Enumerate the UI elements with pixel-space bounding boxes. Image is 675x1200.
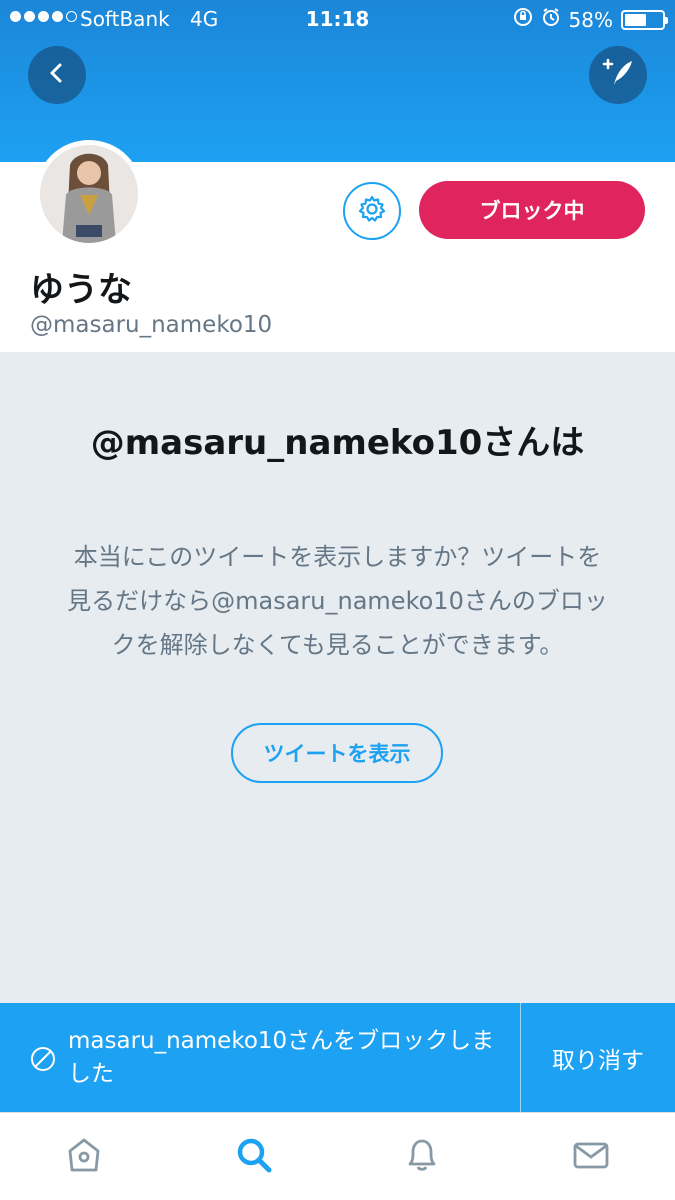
mail-icon	[571, 1135, 611, 1179]
avatar[interactable]	[35, 140, 143, 248]
profile-settings-button[interactable]	[343, 182, 401, 240]
compose-tweet-button[interactable]	[589, 46, 647, 104]
profile-card: ブロック中 ゆうな @masaru_nameko10	[0, 140, 675, 352]
display-name: ゆうな	[30, 270, 132, 310]
gear-icon	[357, 194, 387, 228]
status-bar: SoftBank 4G 11:18 58%	[0, 0, 675, 40]
user-handle: @masaru_nameko10	[30, 312, 273, 338]
orientation-lock-icon	[513, 7, 533, 32]
tab-notifications[interactable]	[398, 1133, 446, 1181]
tab-search[interactable]	[230, 1133, 278, 1181]
battery-icon	[621, 9, 668, 30]
home-icon	[64, 1135, 104, 1179]
battery-level	[625, 13, 646, 26]
bell-icon	[402, 1135, 442, 1179]
compose-tweet-icon	[600, 55, 636, 95]
blocked-button[interactable]: ブロック中	[419, 181, 645, 239]
view-tweets-button[interactable]: ツイートを表示	[231, 723, 443, 783]
battery-percent: 58%	[568, 7, 613, 32]
alarm-icon	[541, 7, 561, 32]
tab-messages[interactable]	[567, 1133, 615, 1181]
undo-button[interactable]: 取り消す	[521, 1003, 675, 1112]
block-circle-icon	[30, 1046, 56, 1076]
block-snackbar: masaru_nameko10さんをブロックしました 取り消す	[0, 1003, 675, 1112]
blocked-message: 本当にこのツイートを表示しますか？ツイートを見るだけなら@masaru_name…	[67, 543, 608, 659]
tab-home[interactable]	[60, 1133, 108, 1181]
snackbar-message: masaru_nameko10さんをブロックしました	[68, 1028, 495, 1087]
profile-header: SoftBank 4G 11:18 58%	[0, 0, 675, 162]
tab-bar	[0, 1112, 675, 1200]
back-button[interactable]	[28, 46, 86, 104]
chevron-left-icon	[45, 61, 69, 89]
search-icon	[234, 1135, 274, 1179]
blocked-title: @masaru_nameko10さんは	[90, 423, 585, 463]
